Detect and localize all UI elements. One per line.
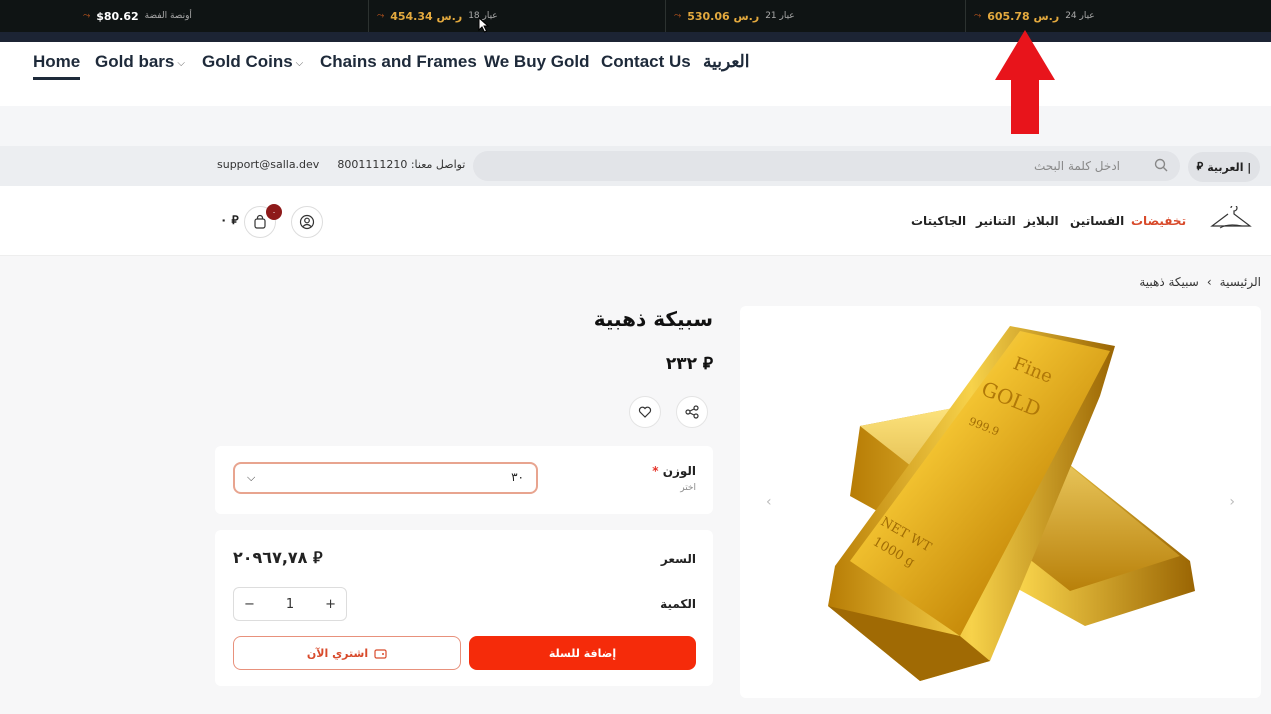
gold-price-ticker: ⤳ $80.62 أونصة الفضة ⤳ 454.34 ر.س عيار 1… xyxy=(0,0,1271,42)
weight-selected-value: ٣٠ xyxy=(511,470,524,484)
support-email[interactable]: support@salla.dev xyxy=(217,158,319,171)
phone-contact[interactable]: تواصل معنا: 8001111210 xyxy=(337,158,465,171)
ticker-label: عيار 24 xyxy=(1065,11,1095,21)
gold-bar-image: Fine GOLD 999.9 NET WT 1000 g xyxy=(828,326,1195,681)
purchase-panel: السعر ٢٠٩٦٧,٧٨ ⃁ الكمية − 1 + اشتري الآن… xyxy=(215,530,713,686)
search-placeholder: ادخل كلمة البحث xyxy=(1033,159,1120,173)
buy-now-button[interactable]: اشتري الآن xyxy=(233,636,461,670)
trend-icon: ⤳ xyxy=(674,11,682,21)
product-price: ٢٣٢ ⃁ xyxy=(665,354,713,374)
ticker-value: $80.62 xyxy=(96,9,139,23)
contact-info: support@salla.dev تواصل معنا: 8001111210 xyxy=(217,158,465,171)
account-button[interactable] xyxy=(291,206,323,238)
ticker-value: 530.06 ر.س xyxy=(687,9,760,23)
chevron-down-icon: ⌵ xyxy=(177,57,185,69)
ticker-item-24k: ⤳ 605.78 ر.س عيار 24 xyxy=(965,0,1250,32)
annotation-arrow-icon xyxy=(995,30,1055,134)
ticker-value: 605.78 ر.س xyxy=(987,9,1060,23)
shopping-bag-icon xyxy=(254,214,266,229)
trend-icon: ⤳ xyxy=(83,11,91,21)
weight-label-text: الوزن xyxy=(662,464,696,478)
store-utility-bar: support@salla.dev تواصل معنا: 8001111210… xyxy=(0,146,1271,186)
category-sale[interactable]: تخفيضات xyxy=(1131,214,1186,228)
ticker-value: 454.34 ر.س xyxy=(390,9,463,23)
category-skirts[interactable]: التنانير xyxy=(976,214,1016,228)
plus-icon[interactable]: + xyxy=(325,597,336,612)
category-navigation: الجاكيتات التنانير البلايز الفساتين تخفي… xyxy=(0,186,1271,256)
breadcrumb-current: سبيكة ذهبية xyxy=(1139,275,1199,289)
ticker-item-21k: ⤳ 530.06 ر.س عيار 21 xyxy=(665,0,955,32)
phone-number: 8001111210 xyxy=(337,158,408,171)
breadcrumb: الرئيسية › سبيكة ذهبية xyxy=(1139,275,1261,289)
total-price: ٢٠٩٦٧,٧٨ ⃁ xyxy=(233,548,323,567)
buy-now-label: اشتري الآن xyxy=(306,646,369,660)
ticker-label: أونصة الفضة xyxy=(144,11,192,21)
ticker-item-18k: ⤳ 454.34 ر.س عيار 18 xyxy=(368,0,658,32)
ticker-label: عيار 21 xyxy=(765,11,795,21)
chevron-down-icon: ⌵ xyxy=(295,57,304,69)
category-blouses[interactable]: البلايز xyxy=(1024,214,1059,228)
category-dresses[interactable]: الفساتين xyxy=(1070,214,1124,228)
breadcrumb-home[interactable]: الرئيسية xyxy=(1220,275,1261,289)
weight-hint: اختر xyxy=(680,483,696,493)
search-icon xyxy=(1154,158,1168,172)
nav-label: Gold bars xyxy=(95,52,175,71)
category-jackets[interactable]: الجاكيتات xyxy=(911,214,966,228)
nav-chains-frames[interactable]: Chains and Frames xyxy=(320,52,477,72)
breadcrumb-separator-icon: › xyxy=(1206,275,1212,289)
add-to-cart-button[interactable]: إضافة للسلة xyxy=(469,636,696,670)
product-image-gallery: ‹ › Fine GOLD 999.9 NET WT 1000 g xyxy=(740,306,1261,698)
heart-icon xyxy=(638,406,652,418)
trend-icon: ⤳ xyxy=(974,11,982,21)
language-currency-button[interactable]: ⃁ العربية | xyxy=(1188,152,1260,182)
top-navigation: Home Gold bars ⌵ Gold Coins ⌵ Chains and… xyxy=(0,42,1271,106)
language-label: العربية | xyxy=(1207,160,1252,174)
weight-select[interactable]: ٣٠ ⌵ xyxy=(233,462,538,494)
trend-icon: ⤳ xyxy=(377,11,385,21)
nav-we-buy-gold[interactable]: We Buy Gold xyxy=(484,52,589,72)
mouse-cursor-icon xyxy=(478,17,490,33)
nav-home[interactable]: Home xyxy=(33,52,81,80)
share-button[interactable] xyxy=(676,396,708,428)
chevron-left-icon[interactable]: ‹ xyxy=(766,494,772,510)
currency-icon: ⃁ xyxy=(1196,160,1204,173)
spacer-band xyxy=(0,106,1271,146)
search-input[interactable]: ادخل كلمة البحث xyxy=(473,151,1180,181)
cart-count-badge: ٠ xyxy=(266,204,282,220)
nav-gold-bars[interactable]: Gold bars ⌵ xyxy=(95,52,185,72)
chevron-down-icon: ⌵ xyxy=(247,471,256,484)
weight-label: * الوزن xyxy=(652,464,696,478)
quantity-label: الكمية xyxy=(660,597,696,611)
product-title: سبيكة ذهبية xyxy=(593,307,713,331)
minus-icon[interactable]: − xyxy=(244,597,255,612)
required-marker: * xyxy=(652,464,659,478)
quantity-value: 1 xyxy=(285,596,295,612)
nav-label: Gold Coins xyxy=(202,52,293,71)
price-label: السعر xyxy=(660,552,696,566)
share-icon xyxy=(685,405,699,419)
wishlist-button[interactable] xyxy=(629,396,661,428)
ticker-item-silver: ⤳ $80.62 أونصة الفضة xyxy=(75,0,375,32)
wallet-icon xyxy=(374,648,387,659)
cart-total: ٠ ⃁ xyxy=(220,213,239,227)
chevron-right-icon[interactable]: › xyxy=(1229,494,1235,510)
nav-contact-us[interactable]: Contact Us xyxy=(601,52,691,72)
store-logo[interactable] xyxy=(1210,206,1252,232)
phone-label: تواصل معنا: xyxy=(410,158,466,171)
quantity-stepper[interactable]: − 1 + xyxy=(233,587,347,621)
nav-arabic[interactable]: العربية xyxy=(703,52,749,72)
nav-gold-coins[interactable]: Gold Coins ⌵ xyxy=(202,52,303,72)
user-icon xyxy=(299,214,315,230)
weight-option-panel: * الوزن اختر ٣٠ ⌵ xyxy=(215,446,713,514)
